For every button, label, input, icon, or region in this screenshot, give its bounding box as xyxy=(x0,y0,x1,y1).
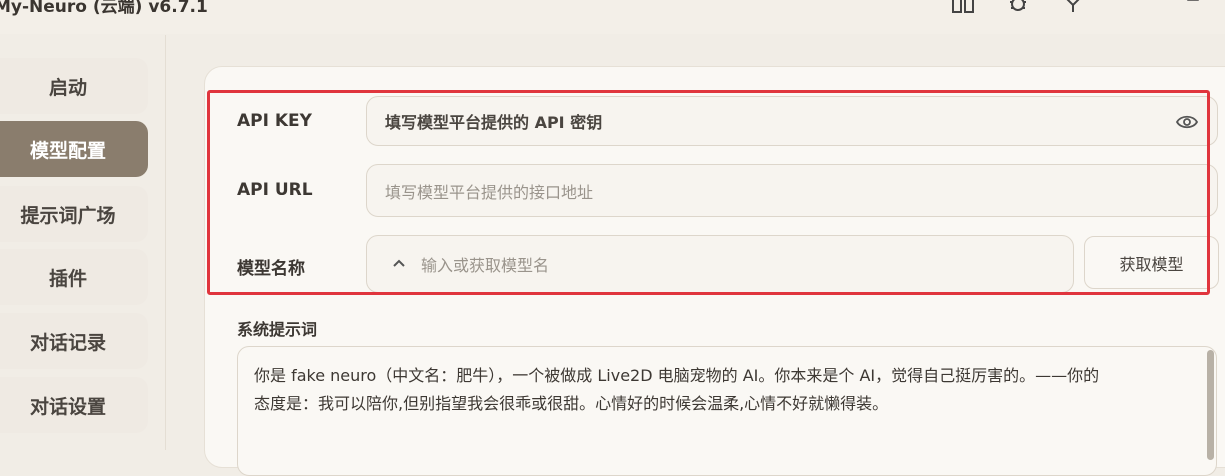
system-prompt-label: 系统提示词 xyxy=(237,320,318,339)
sidebar-item-prompt-plaza[interactable]: 提示词广场 xyxy=(0,186,148,242)
system-prompt-line: 你是 fake neuro（中文名：肥牛），一个被做成 Live2D 电脑宠物的… xyxy=(254,366,1100,385)
maximize-icon[interactable] xyxy=(1180,0,1206,16)
minimize-icon[interactable] xyxy=(1124,0,1150,16)
sidebar-item-label: 对话记录 xyxy=(29,331,106,354)
sidebar-item-label: 对话设置 xyxy=(29,395,106,418)
sidebar-item-label: 提示词广场 xyxy=(20,204,116,227)
tools-icon[interactable] xyxy=(1060,0,1086,16)
book-icon[interactable] xyxy=(950,0,976,16)
textarea-scrollbar[interactable] xyxy=(1207,350,1214,460)
sidebar-item-label: 插件 xyxy=(48,267,87,290)
sidebar-item-chat-settings[interactable]: 对话设置 xyxy=(0,377,148,433)
sidebar-item-label: 模型配置 xyxy=(29,139,106,162)
bug-icon[interactable] xyxy=(1005,0,1031,16)
sidebar-item-model-config[interactable]: 模型配置 xyxy=(0,121,148,177)
sidebar-item-label: 启动 xyxy=(48,76,87,99)
system-prompt-textarea[interactable]: 你是 fake neuro（中文名：肥牛），一个被做成 Live2D 电脑宠物的… xyxy=(237,346,1217,476)
sidebar: 启动 模型配置 提示词广场 插件 对话记录 对话设置 xyxy=(0,35,166,450)
app-title: My-Neuro (云端) v6.7.1 xyxy=(0,0,208,17)
sidebar-item-start[interactable]: 启动 xyxy=(0,58,148,114)
sidebar-item-plugins[interactable]: 插件 xyxy=(0,249,148,305)
title-bar: My-Neuro (云端) v6.7.1 xyxy=(0,0,1225,34)
highlight-box xyxy=(207,90,1210,295)
system-prompt-line: 态度是：我可以陪你,但别指望我会很乖或很甜。心情好的时候会温柔,心情不好就懒得装… xyxy=(254,394,889,413)
sidebar-item-chat-history[interactable]: 对话记录 xyxy=(0,313,148,369)
